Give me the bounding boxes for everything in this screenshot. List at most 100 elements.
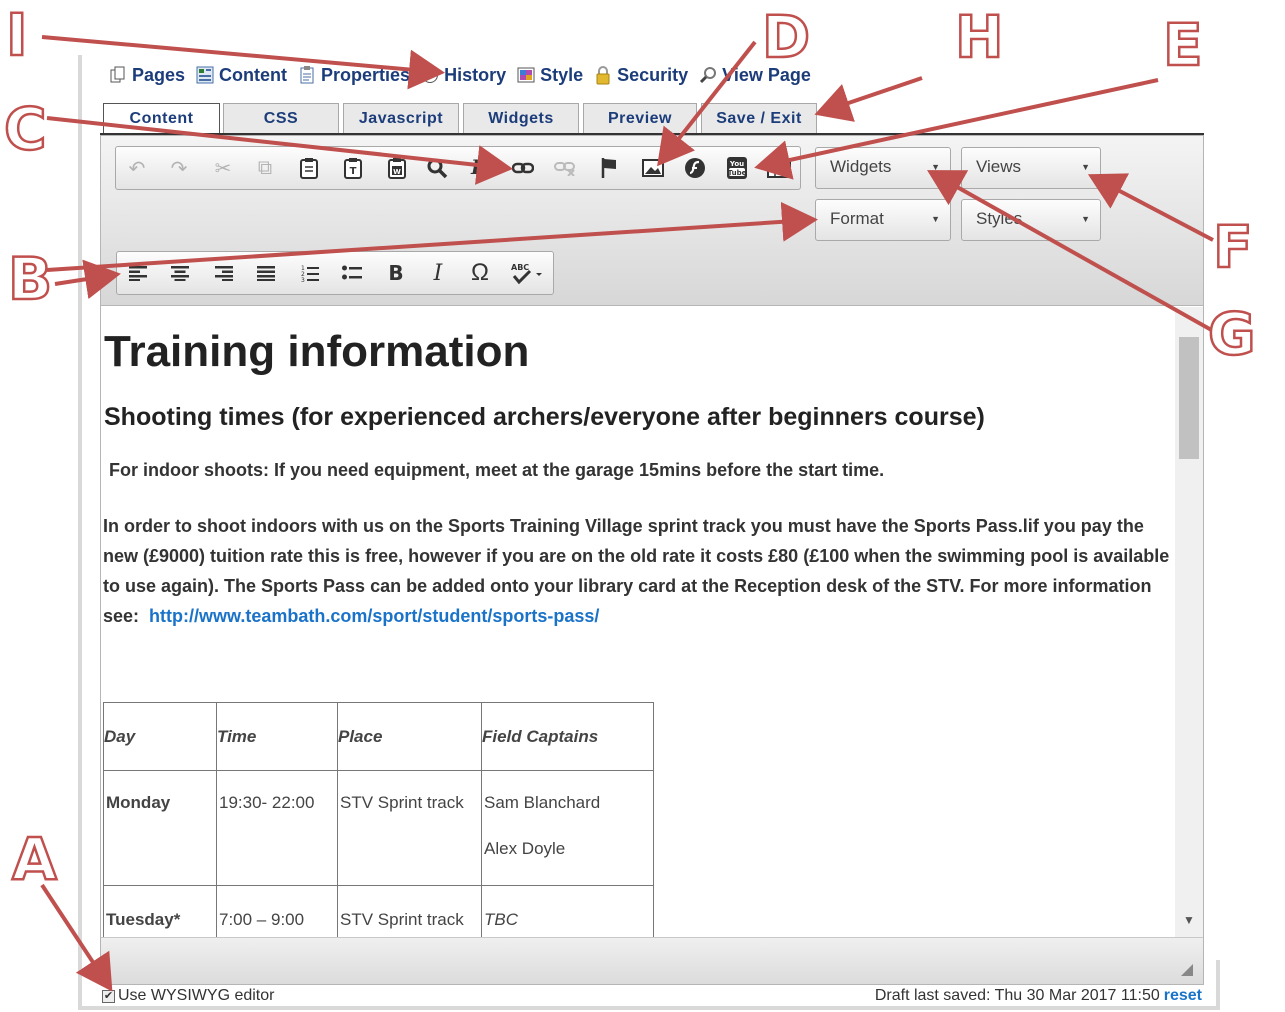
cell-day: Monday [106, 793, 171, 812]
redo-button[interactable]: ↷ [158, 147, 200, 189]
tab-javascript[interactable]: Javascript [343, 103, 459, 134]
nav-properties[interactable]: Properties [297, 65, 410, 86]
editor-content[interactable]: Training information Shooting times (for… [101, 307, 1175, 937]
nav-history[interactable]: History [420, 65, 506, 86]
paste-from-word-button[interactable]: W [376, 147, 418, 189]
toolbar-group-main: ↶ ↷ ✂ ⧉ T W Ix You Tube [115, 146, 801, 190]
align-left-button[interactable] [117, 252, 159, 294]
tab-widgets[interactable]: Widgets [463, 103, 579, 134]
styles-dropdown-label: Styles [976, 209, 1023, 228]
tab-css[interactable]: CSS [223, 103, 339, 134]
image-button[interactable] [632, 147, 674, 189]
editor-toolbar: ↶ ↷ ✂ ⧉ T W Ix You Tube Widgets ▼ Views … [101, 136, 1203, 306]
resize-handle-icon[interactable] [1181, 964, 1193, 976]
cell-place: STV Sprint track [340, 910, 464, 929]
nav-security[interactable]: Security [593, 65, 688, 86]
paste-button[interactable] [288, 147, 330, 189]
copy-button[interactable]: ⧉ [244, 147, 286, 189]
numbered-list-button[interactable]: 123 [289, 252, 331, 294]
bold-button[interactable]: B [375, 252, 417, 294]
arrow-H [814, 76, 923, 122]
remove-format-button[interactable]: Ix [458, 147, 500, 189]
svg-text:Tube: Tube [728, 169, 747, 177]
format-dropdown-label: Format [830, 209, 884, 228]
italic-button[interactable]: I [417, 252, 459, 294]
nav-content-label: Content [219, 64, 288, 85]
format-dropdown[interactable]: Format ▼ [815, 199, 951, 241]
table-row: Tuesday* 7:00 – 9:00 STV Sprint track TB… [103, 885, 654, 937]
arrow-A [40, 883, 113, 992]
paste-icon [300, 158, 318, 179]
tab-content[interactable]: Content [103, 103, 220, 136]
cut-button[interactable]: ✂ [202, 147, 244, 189]
spell-check-button[interactable]: ABC [503, 252, 551, 294]
reset-link[interactable]: reset [1164, 987, 1202, 1004]
wysiwyg-editor: ↶ ↷ ✂ ⧉ T W Ix You Tube Widgets ▼ Views … [100, 135, 1204, 985]
views-dropdown-label: Views [976, 157, 1022, 176]
content-scrollbar[interactable]: ▼ [1175, 307, 1203, 937]
find-button[interactable] [416, 147, 458, 189]
align-left-icon [129, 266, 147, 281]
paste-as-text-button[interactable]: T [332, 147, 374, 189]
special-character-button[interactable]: Ω [459, 252, 501, 294]
omega-icon: Ω [471, 259, 489, 286]
paste-as-text-icon: T [344, 158, 362, 179]
chevron-down-icon: ▼ [931, 162, 940, 172]
remove-format-icon: Ix [471, 154, 487, 182]
undo-button[interactable]: ↶ [116, 147, 158, 189]
table-cell: Sam Blanchard Alex Doyle [481, 770, 654, 886]
justify-icon [257, 266, 275, 281]
cell-captain: Sam Blanchard [484, 793, 601, 812]
link-button[interactable] [502, 147, 544, 189]
views-dropdown[interactable]: Views ▼ [961, 147, 1101, 189]
wysiwyg-checkbox[interactable]: ✔ [102, 989, 115, 1003]
styles-dropdown[interactable]: Styles ▼ [961, 199, 1101, 241]
youtube-button[interactable]: You Tube [716, 147, 758, 189]
copy-icon: ⧉ [257, 156, 273, 179]
table-cell: 7:00 – 9:00 [216, 885, 338, 937]
paragraph-sports-pass: In order to shoot indoors with us on the… [103, 511, 1175, 631]
tab-preview[interactable]: Preview [583, 103, 697, 134]
history-icon [420, 65, 440, 85]
editor-footer: ✔ Use WYSIWYG editor Draft last saved: T… [100, 985, 1204, 1007]
table-cell: Tuesday* [103, 885, 217, 937]
widgets-dropdown[interactable]: Widgets ▼ [815, 147, 951, 189]
bulleted-list-button[interactable] [331, 252, 373, 294]
scrollbar-thumb[interactable] [1179, 337, 1199, 459]
sports-pass-link[interactable]: http://www.teambath.com/sport/student/sp… [149, 606, 599, 626]
properties-icon [297, 65, 317, 85]
anchor-button[interactable] [588, 147, 630, 189]
svg-text:3: 3 [301, 277, 305, 282]
unlink-button[interactable] [544, 147, 586, 189]
table-cell: TBC [481, 885, 654, 937]
undo-icon: ↶ [128, 157, 146, 180]
numbered-list-icon: 123 [301, 265, 319, 282]
image-icon [642, 159, 664, 177]
cut-icon: ✂ [214, 157, 232, 180]
link-icon [512, 162, 534, 174]
annotation-H: H [954, 3, 1005, 71]
cell-time: 7:00 – 9:00 [219, 910, 305, 929]
nav-style-label: Style [540, 64, 584, 85]
bold-icon: B [388, 261, 404, 285]
justify-button[interactable] [245, 252, 287, 294]
table-header-cell: Day [103, 702, 217, 771]
editor-statusbar [101, 937, 1203, 984]
scroll-down-icon[interactable]: ▼ [1183, 913, 1195, 927]
annotation-D: D [761, 3, 812, 71]
table-button[interactable] [758, 147, 800, 189]
tab-save-exit[interactable]: Save / Exit [701, 103, 817, 134]
align-center-button[interactable] [159, 252, 201, 294]
table-row: Monday 19:30- 22:00 STV Sprint track Sam… [103, 770, 654, 886]
table-icon [767, 158, 791, 178]
chevron-down-icon: ▼ [1081, 214, 1090, 224]
flash-button[interactable] [674, 147, 716, 189]
table-cell: STV Sprint track [337, 770, 482, 886]
cell-place: STV Sprint track [340, 793, 464, 812]
nav-pages[interactable]: Pages [108, 65, 185, 86]
align-right-button[interactable] [203, 252, 245, 294]
nav-content[interactable]: Content [195, 65, 287, 86]
wysiwyg-toggle[interactable]: ✔ Use WYSIWYG editor [102, 987, 274, 1005]
nav-style[interactable]: Style [516, 65, 583, 86]
italic-icon: I [433, 260, 443, 286]
